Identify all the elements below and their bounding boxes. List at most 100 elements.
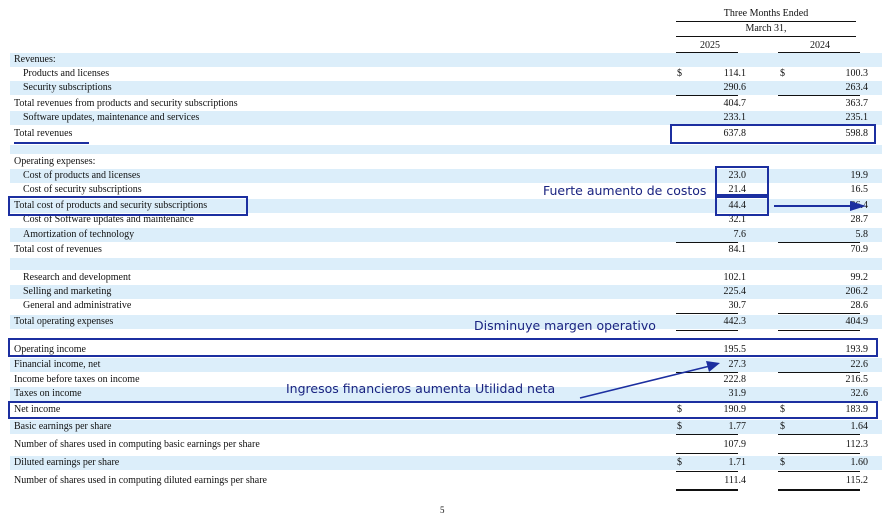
row-diluted-eps: Diluted earnings per share $ 1.71 $ 1.60 bbox=[10, 456, 882, 470]
value-2025: 442.3 bbox=[723, 316, 747, 327]
total-cost-label-box bbox=[8, 196, 248, 216]
row-label: Total operating expenses bbox=[14, 316, 114, 327]
row-label: Operating expenses: bbox=[14, 156, 96, 167]
value-2024: 28.6 bbox=[850, 300, 869, 311]
header-underline-2 bbox=[676, 36, 856, 37]
subtotal-rule bbox=[778, 330, 860, 331]
row-shares-diluted: Number of shares used in computing dilut… bbox=[10, 474, 882, 488]
value-2024: 28.7 bbox=[850, 214, 869, 225]
total-cost-value-box bbox=[715, 196, 769, 216]
row-revenues-heading: Revenues: bbox=[10, 53, 882, 67]
value-2025: 404.7 bbox=[723, 98, 747, 109]
subtotal-rule bbox=[778, 95, 860, 96]
double-rule bbox=[778, 453, 860, 454]
value-2024: 16.5 bbox=[850, 184, 869, 195]
value-2024: 1.64 bbox=[850, 421, 869, 432]
row-research-development: Research and development 102.1 99.2 bbox=[10, 271, 882, 285]
value-2025: 107.9 bbox=[723, 439, 747, 450]
value-2024: 19.9 bbox=[850, 170, 869, 181]
row-label: Income before taxes on income bbox=[14, 374, 140, 385]
row-software-updates: Software updates, maintenance and servic… bbox=[10, 111, 882, 125]
subtotal-rule bbox=[676, 95, 738, 96]
cost-products-box bbox=[715, 166, 769, 196]
annotation-financial: Ingresos financieros aumenta Utilidad ne… bbox=[286, 381, 556, 396]
double-rule bbox=[676, 453, 738, 454]
value-2024: 5.8 bbox=[855, 229, 869, 240]
date-label: March 31, bbox=[745, 23, 787, 34]
row-label: Total revenues from products and securit… bbox=[14, 98, 238, 109]
value-2025: 111.4 bbox=[724, 475, 746, 486]
value-2024: 263.4 bbox=[845, 82, 869, 93]
row-general-administrative: General and administrative 30.7 28.6 bbox=[10, 299, 882, 313]
value-2024: 99.2 bbox=[850, 272, 869, 283]
row-label: Basic earnings per share bbox=[14, 421, 112, 432]
row-spacer bbox=[10, 145, 882, 154]
row-label: Financial income, net bbox=[14, 359, 101, 370]
row-label: Total revenues bbox=[14, 128, 73, 139]
value-2024: 1.60 bbox=[850, 457, 869, 468]
value-2024: 235.1 bbox=[845, 112, 869, 123]
double-rule bbox=[676, 489, 738, 491]
value-2025: 1.77 bbox=[728, 421, 747, 432]
row-amortization: Amortization of technology 7.6 5.8 bbox=[10, 228, 882, 242]
value-2025: 84.1 bbox=[728, 244, 747, 255]
value-2025: 290.6 bbox=[723, 82, 747, 93]
value-2024: 22.6 bbox=[850, 359, 869, 370]
value-2024: 115.2 bbox=[845, 475, 868, 486]
row-label: Cost of products and licenses bbox=[23, 170, 141, 181]
currency-symbol: $ bbox=[677, 421, 682, 432]
double-rule bbox=[778, 471, 860, 472]
row-label: Diluted earnings per share bbox=[14, 457, 120, 468]
subtotal-rule bbox=[778, 313, 860, 314]
row-label: General and administrative bbox=[23, 300, 132, 311]
row-security-subscriptions: Security subscriptions 290.6 263.4 bbox=[10, 81, 882, 95]
row-label: Products and licenses bbox=[23, 68, 110, 79]
value-2025: 102.1 bbox=[723, 272, 747, 283]
subtotal-rule bbox=[676, 330, 738, 331]
annotation-margin: Disminuye margen operativo bbox=[474, 318, 656, 333]
period-label: Three Months Ended bbox=[723, 8, 809, 19]
row-label: Amortization of technology bbox=[23, 229, 135, 240]
net-income-box bbox=[8, 401, 878, 419]
row-label: Taxes on income bbox=[14, 388, 82, 399]
total-revenues-underline-highlight bbox=[14, 142, 89, 144]
year-2024: 2024 bbox=[810, 40, 830, 51]
operating-income-box bbox=[8, 338, 878, 357]
row-products-licenses: Products and licenses $ 114.1 $ 100.3 bbox=[10, 67, 882, 81]
row-total-cost-revenues: Total cost of revenues 84.1 70.9 bbox=[10, 243, 882, 257]
value-2025: 233.1 bbox=[723, 112, 747, 123]
value-2024: 216.5 bbox=[845, 374, 869, 385]
arrow-right-icon bbox=[774, 201, 866, 211]
row-label: Revenues: bbox=[14, 54, 56, 65]
row-total-rev-products-security: Total revenues from products and securit… bbox=[10, 97, 882, 111]
row-shares-basic: Number of shares used in computing basic… bbox=[10, 438, 882, 452]
value-2024: 32.6 bbox=[850, 388, 869, 399]
double-rule bbox=[778, 489, 860, 491]
total-revenues-value-box bbox=[670, 124, 876, 144]
subtotal-rule bbox=[676, 313, 738, 314]
value-2025: 225.4 bbox=[723, 286, 747, 297]
double-rule bbox=[676, 471, 738, 472]
value-2024: 112.3 bbox=[845, 439, 868, 450]
value-2024: 100.3 bbox=[845, 68, 869, 79]
value-2025: 1.71 bbox=[728, 457, 747, 468]
value-2025: 114.1 bbox=[723, 68, 746, 79]
arrow-diagonal-icon bbox=[579, 361, 720, 399]
value-2024: 70.9 bbox=[850, 244, 869, 255]
header-underline bbox=[676, 21, 856, 22]
double-rule bbox=[676, 434, 738, 435]
row-spacer bbox=[10, 258, 882, 270]
value-2024: 404.9 bbox=[845, 316, 869, 327]
currency-symbol: $ bbox=[677, 68, 682, 79]
row-label: Cost of security subscriptions bbox=[23, 184, 142, 195]
row-basic-eps: Basic earnings per share $ 1.77 $ 1.64 bbox=[10, 420, 882, 434]
row-label: Selling and marketing bbox=[23, 286, 112, 297]
row-financial-income: Financial income, net 27.3 22.6 bbox=[10, 358, 882, 372]
row-label: Research and development bbox=[23, 272, 131, 283]
year-2025: 2025 bbox=[700, 40, 720, 51]
value-2025: 7.6 bbox=[733, 229, 747, 240]
double-rule bbox=[778, 434, 860, 435]
value-2025: 30.7 bbox=[728, 300, 747, 311]
value-2024: 363.7 bbox=[845, 98, 869, 109]
value-2024: 206.2 bbox=[845, 286, 869, 297]
